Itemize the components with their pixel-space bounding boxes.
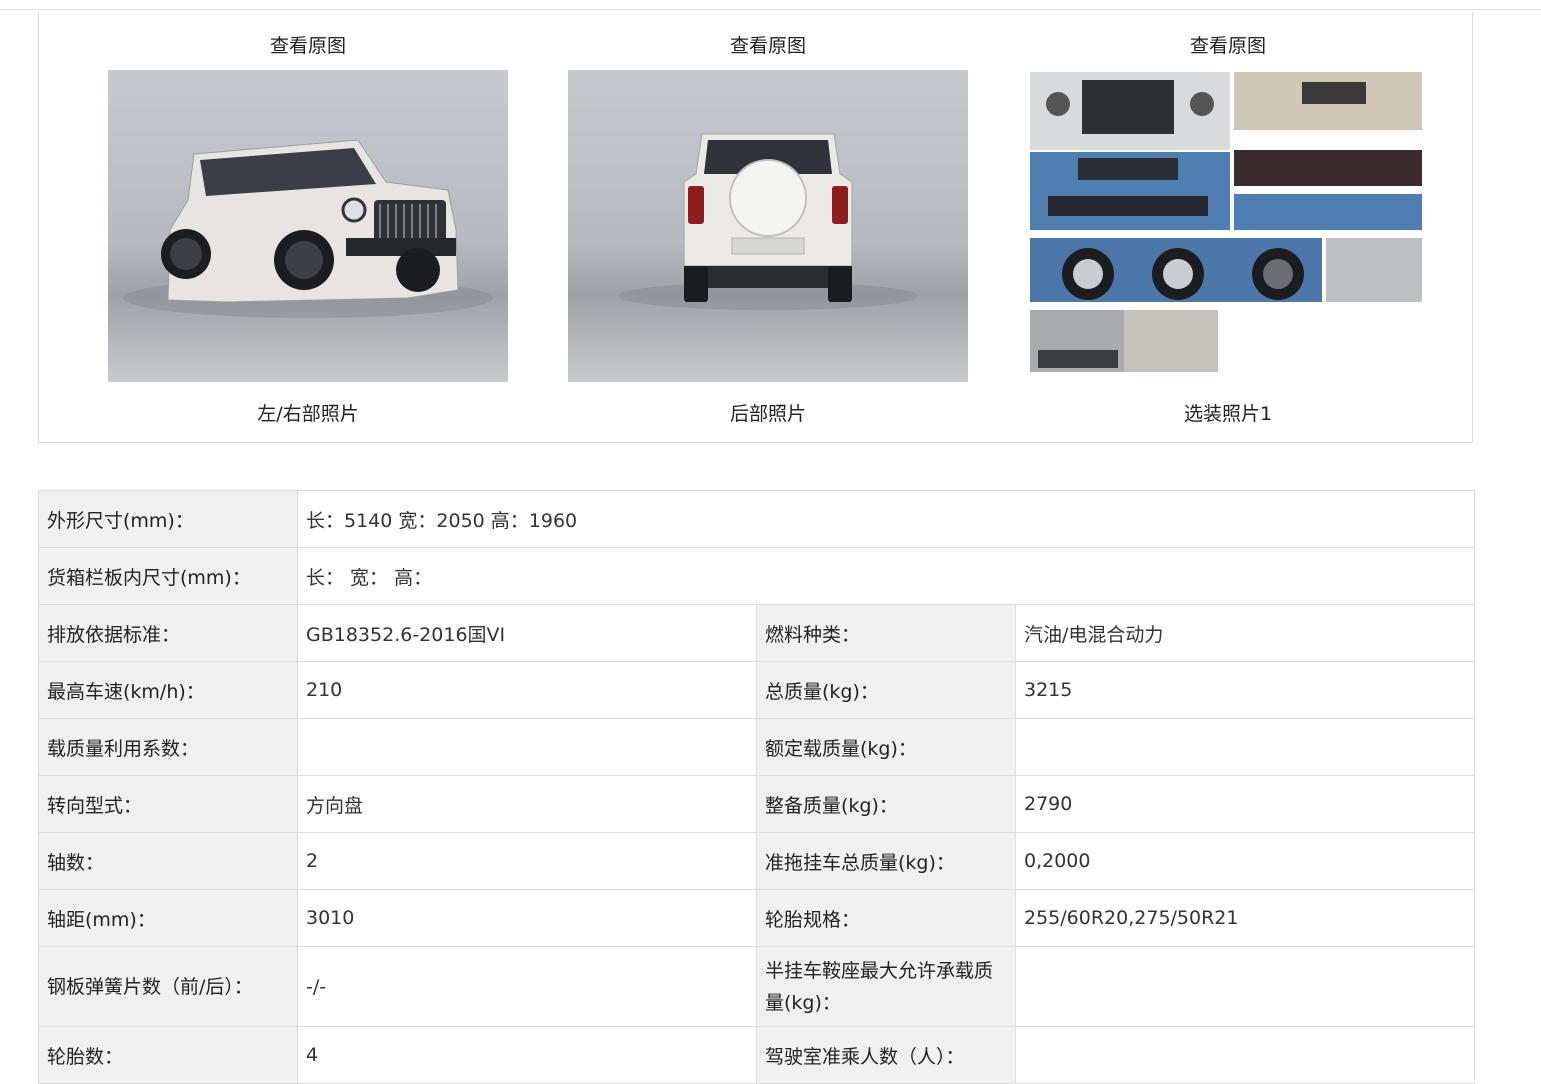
spec-label: 排放依据标准： <box>38 604 298 662</box>
view-original-link[interactable]: 查看原图 <box>568 34 968 58</box>
table-row: 轴数： 2 准拖挂车总质量(kg)： 0,2000 <box>38 832 1475 890</box>
photo-caption: 左/右部照片 <box>257 403 359 425</box>
spec-value: -/- <box>297 946 757 1027</box>
spec-value: 汽油/电混合动力 <box>1015 604 1475 662</box>
table-row: 轮胎数： 4 驾驶室准乘人数（人）： <box>38 1026 1475 1084</box>
spec-label: 载质量利用系数： <box>38 718 298 776</box>
photo-caption: 选装照片1 <box>1183 403 1273 425</box>
spec-label: 整备质量(kg)： <box>756 775 1016 833</box>
optional-collage[interactable] <box>1028 70 1428 382</box>
table-row: 最高车速(km/h)： 210 总质量(kg)： 3215 <box>38 661 1475 719</box>
table-row: 外形尺寸(mm)： 长：5140 宽：2050 高：1960 <box>38 490 1475 548</box>
spec-label: 轮胎数： <box>38 1026 298 1084</box>
optional-parts-collage <box>1030 72 1422 372</box>
spec-label: 额定载质量(kg)： <box>756 718 1016 776</box>
spec-label: 外形尺寸(mm)： <box>38 490 298 548</box>
spec-value: 长：5140 宽：2050 高：1960 <box>297 490 1475 548</box>
spec-label: 货箱栏板内尺寸(mm)： <box>38 547 298 605</box>
spec-value: 2790 <box>1015 775 1475 833</box>
table-row: 钢板弹簧片数（前/后）： -/- 半挂车鞍座最大允许承载质量(kg)： <box>38 946 1475 1027</box>
photo-card-side: 查看原图 左/右部照片 <box>108 12 508 426</box>
photo-card-optional: 查看原图 选装照片1 <box>1028 12 1428 426</box>
spec-value: 255/60R20,275/50R21 <box>1015 889 1475 947</box>
spec-label: 轴数： <box>38 832 298 890</box>
table-row: 转向型式： 方向盘 整备质量(kg)： 2790 <box>38 775 1475 833</box>
table-row: 载质量利用系数： 额定载质量(kg)： <box>38 718 1475 776</box>
table-row: 轴距(mm)： 3010 轮胎规格： 255/60R20,275/50R21 <box>38 889 1475 947</box>
view-original-link[interactable]: 查看原图 <box>1028 34 1428 58</box>
spec-value: 方向盘 <box>297 775 757 833</box>
spec-label: 燃料种类： <box>756 604 1016 662</box>
view-original-link[interactable]: 查看原图 <box>108 34 508 58</box>
spec-label: 轴距(mm)： <box>38 889 298 947</box>
spec-value <box>1015 946 1475 1027</box>
spec-label: 驾驶室准乘人数（人）： <box>756 1026 1016 1084</box>
photo-panel: 查看原图 左/右部照片 查看原图 后部照片 查看原图 选装照片1 <box>38 12 1473 443</box>
spec-value <box>297 718 757 776</box>
spec-label: 总质量(kg)： <box>756 661 1016 719</box>
spec-value <box>1015 718 1475 776</box>
side-photo[interactable] <box>108 70 508 382</box>
spec-label: 钢板弹簧片数（前/后）： <box>38 946 298 1027</box>
spec-value: 0,2000 <box>1015 832 1475 890</box>
spec-value: 3215 <box>1015 661 1475 719</box>
spec-label: 半挂车鞍座最大允许承载质量(kg)： <box>756 946 1016 1027</box>
photo-card-rear: 查看原图 后部照片 <box>568 12 968 426</box>
spec-value: 长： 宽： 高： <box>297 547 1475 605</box>
spec-label: 轮胎规格： <box>756 889 1016 947</box>
spec-table: 外形尺寸(mm)： 长：5140 宽：2050 高：1960 货箱栏板内尺寸(m… <box>38 490 1475 1084</box>
table-row: 货箱栏板内尺寸(mm)： 长： 宽： 高： <box>38 547 1475 605</box>
table-row: 排放依据标准： GB18352.6-2016国VI 燃料种类： 汽油/电混合动力 <box>38 604 1475 662</box>
spec-value: 4 <box>297 1026 757 1084</box>
suv-front-quarter-illustration <box>123 139 493 318</box>
rear-photo[interactable] <box>568 70 968 382</box>
spec-label: 最高车速(km/h)： <box>38 661 298 719</box>
spec-label: 准拖挂车总质量(kg)： <box>756 832 1016 890</box>
spec-value: GB18352.6-2016国VI <box>297 604 757 662</box>
photo-caption: 后部照片 <box>729 403 806 425</box>
spec-value: 3010 <box>297 889 757 947</box>
spec-label: 转向型式： <box>38 775 298 833</box>
spec-value: 2 <box>297 832 757 890</box>
spec-value <box>1015 1026 1475 1084</box>
top-divider <box>0 9 1541 10</box>
suv-rear-illustration <box>618 133 918 310</box>
spec-value: 210 <box>297 661 757 719</box>
